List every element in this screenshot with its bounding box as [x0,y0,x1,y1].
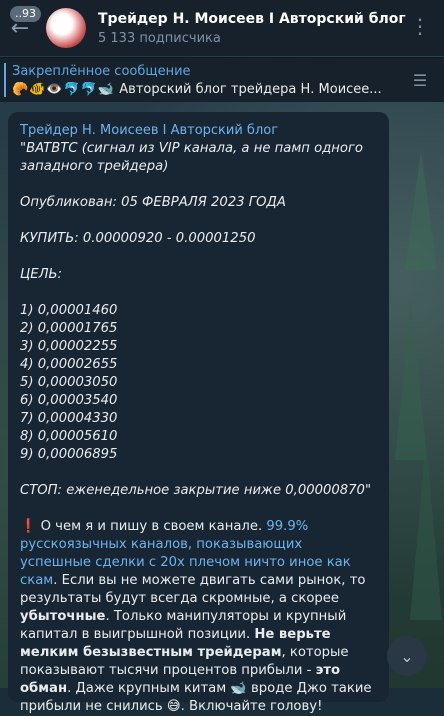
target-item: 6) 0,00003540 [20,393,118,408]
tree-decoration [405,150,437,270]
subscriber-count: 5 133 подписчика [98,30,221,46]
target-item: 5) 0,00003050 [20,375,118,390]
back-button[interactable]: ← ..93 [2,0,41,56]
target-item: 7) 0,00004330 [20,411,118,426]
pin-list-icon[interactable]: ☰ [408,68,432,92]
chat-header: ← ..93 Трейдер Н. Моисеев I Авторский бл… [0,0,444,56]
pinned-message-bar[interactable]: Закреплённое сообщение 🥐🐠👁️🐬🐬🐋 Авторский… [0,57,444,102]
commentary-paragraph: ❗ О чем я и пишу в своем канале. 99.9% р… [20,519,372,714]
target-item: 9) 0,00006895 [20,447,118,462]
tree-decoration [395,300,427,460]
pinned-title: Закреплённое сообщение [12,63,191,79]
more-vertical-icon[interactable]: ⋮ [410,16,430,36]
target-item: 3) 0,00002255 [20,339,118,354]
message-bubble: Трейдер Н. Моисеев I Авторский блог "BAT… [8,112,389,714]
unread-badge: ..93 [10,6,41,22]
published-date: Опубликован: 05 ФЕВРАЛЯ 2023 ГОДА [20,195,286,210]
message-author[interactable]: Трейдер Н. Моисеев I Авторский блог [20,122,377,140]
whale-icon: 🐋 [230,681,247,696]
target-item: 1) 0,00001460 [20,303,118,318]
channel-avatar[interactable] [46,8,86,48]
pinned-preview: 🥐🐠👁️🐬🐬🐋 Авторский блог трейдера Н. Моисе… [12,82,408,97]
target-item: 4) 0,00002655 [20,357,118,372]
sweat-smile-icon: 😅 [166,699,181,714]
pinned-preview-text: Авторский блог трейдера Н. Моисее... [119,81,382,97]
chevron-down-icon: ⌄ [400,646,414,666]
pinned-indicator [4,63,6,97]
signal-pair: "BATBTC (сигнал из VIP канала, а не памп… [20,141,363,174]
target-item: 2) 0,00001765 [20,321,118,336]
tree-decoration [410,440,442,620]
target-label: ЦЕЛЬ: [20,267,62,282]
stop-loss: СТОП: еженедельное закрытие ниже 0,00000… [20,483,372,498]
target-item: 8) 0,00005610 [20,429,118,444]
channel-info[interactable]: Трейдер Н. Моисеев I Авторский блог 5 13… [98,11,406,46]
scroll-down-button[interactable]: ⌄ [387,636,427,676]
pinned-emojis: 🥐🐠👁️🐬🐬🐋 [12,81,116,97]
channel-title: Трейдер Н. Моисеев I Авторский блог [98,10,406,27]
buy-range: КУПИТЬ: 0.00000920 - 0.00001250 [20,231,256,246]
exclamation-icon: ❗ [20,519,37,534]
